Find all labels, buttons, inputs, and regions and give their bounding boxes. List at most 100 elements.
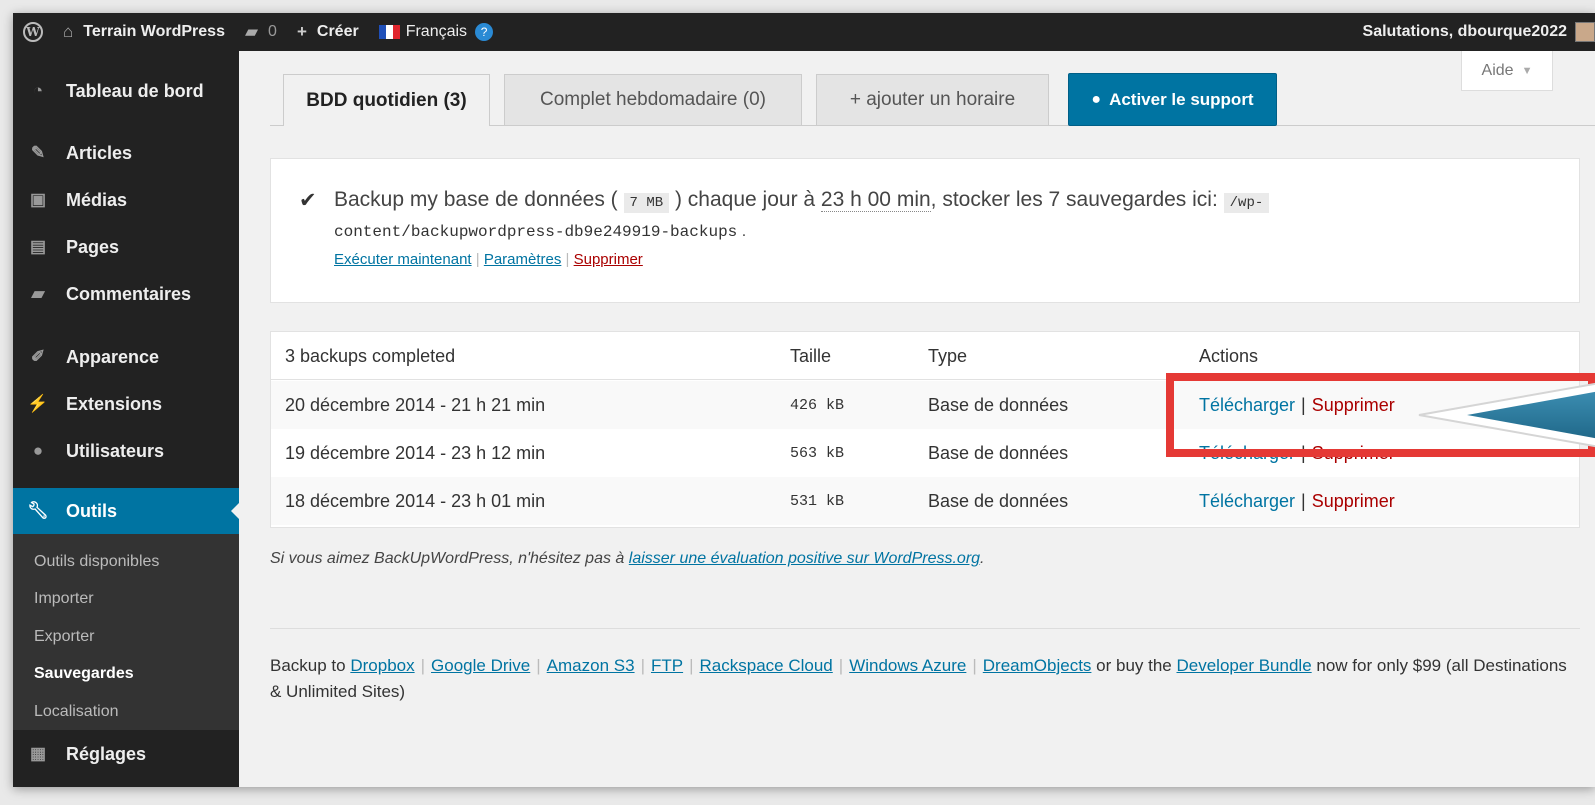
separator: | <box>475 251 484 268</box>
site-name-link[interactable]: ⌂ Terrain WordPress <box>53 13 235 51</box>
review-end: . <box>980 550 985 567</box>
tab-label: + ajouter un horaire <box>849 89 1016 110</box>
settings-icon: ▦ <box>29 744 47 763</box>
wordpress-logo[interactable]: W <box>13 13 53 51</box>
admin-sidebar: ◔ Tableau de bord ✎ Articles ▣ Médias ▤ … <box>13 51 240 787</box>
separator: | <box>640 656 645 675</box>
account-menu[interactable]: Salutations, dbourque2022 <box>1363 22 1595 42</box>
review-text: Si vous aimez BackUpWordPress, n'hésitez… <box>270 550 625 567</box>
delete-schedule-link[interactable]: Supprimer <box>574 251 643 268</box>
submenu-export[interactable]: Exporter <box>34 628 94 646</box>
backup-date: 18 décembre 2014 - 23 h 01 min <box>285 490 546 511</box>
schedule-text: ) chaque jour à <box>674 188 816 211</box>
schedule-text: Backup my base de données ( <box>334 188 618 211</box>
user-icon: ● <box>1091 90 1102 108</box>
sidebar-item-media[interactable]: ▣ Médias <box>13 177 239 223</box>
delete-link[interactable]: Supprimer <box>1312 491 1395 512</box>
separator: | <box>420 656 426 675</box>
comment-icon: ▰ <box>31 284 45 303</box>
destinations-note: Backup to Dropbox | Google Drive | Amazon S3… <box>270 653 1570 705</box>
submenu-backups[interactable]: Sauvegardes <box>34 665 134 683</box>
pages-icon: ▤ <box>29 237 47 256</box>
backup-size: 531 kB <box>790 492 845 510</box>
support-label: Activer le support <box>1109 89 1254 109</box>
review-note: Si vous aimez BackUpWordPress, n'hésitez… <box>270 550 985 568</box>
submenu-import[interactable]: Importer <box>34 590 94 608</box>
new-content-link[interactable]: + Créer <box>287 13 369 51</box>
schedule-text: , stocker les 7 sauvegardes ici: <box>930 188 1218 211</box>
sidebar-item-label: Extensions <box>66 393 163 414</box>
backup-size: 426 kB <box>790 396 845 414</box>
tab-label: BDD quotidien (3) <box>306 89 467 111</box>
developer-bundle-link[interactable]: Developer Bundle <box>1177 656 1312 675</box>
destinations-middle: or buy the <box>1096 656 1172 675</box>
database-size: 7 MB <box>623 193 670 213</box>
google-drive-link[interactable]: Google Drive <box>431 656 530 675</box>
sidebar-item-articles[interactable]: ✎ Articles <box>13 130 239 176</box>
schedule-time: 23 h 00 min <box>820 188 931 212</box>
backup-date: 20 décembre 2014 - 21 h 21 min <box>285 394 546 415</box>
submenu-available-tools[interactable]: Outils disponibles <box>34 553 159 571</box>
sidebar-item-comments[interactable]: ▰ Commentaires <box>13 271 239 317</box>
separator: | <box>536 656 541 675</box>
help-tab[interactable]: Aide ▼ <box>1461 51 1553 91</box>
table-row: 18 décembre 2014 - 23 h 01 min 531 kB Ba… <box>271 477 1579 525</box>
comment-bubble-icon: ▰ <box>244 22 259 41</box>
sidebar-item-pages[interactable]: ▤ Pages <box>13 224 239 270</box>
sidebar-item-settings[interactable]: ▦ Réglages <box>13 731 239 777</box>
settings-link[interactable]: Paramètres <box>484 251 562 268</box>
backup-actions: Télécharger | Supprimer <box>1199 477 1395 525</box>
schedule-actions: Exécuter maintenant | Paramètres | Suppr… <box>334 251 643 268</box>
admin-bar: W ⌂ Terrain WordPress ▰ 0 + Créer França… <box>13 13 1595 51</box>
browser-frame: W ⌂ Terrain WordPress ▰ 0 + Créer França… <box>13 13 1595 787</box>
separator: | <box>1301 490 1306 511</box>
brush-icon: ✐ <box>30 347 46 366</box>
dreamobjects-link[interactable]: DreamObjects <box>983 656 1092 675</box>
header-date: 3 backups completed <box>285 345 456 366</box>
tab-add-schedule[interactable]: + ajouter un horaire <box>816 74 1049 125</box>
windows-azure-link[interactable]: Windows Azure <box>849 656 966 675</box>
french-flag-icon <box>378 25 400 39</box>
sidebar-item-dashboard[interactable]: ◔ Tableau de bord <box>13 68 239 114</box>
destinations-prefix: Backup to <box>270 656 346 675</box>
backup-type: Base de données <box>928 490 1069 511</box>
enable-support-button[interactable]: ● Activer le support <box>1068 73 1277 126</box>
sidebar-item-label: Outils <box>66 500 118 521</box>
sidebar-item-appearance[interactable]: ✐ Apparence <box>13 334 239 380</box>
user-icon: ● <box>32 441 44 460</box>
submenu-localisation[interactable]: Localisation <box>34 703 119 721</box>
sidebar-item-tools[interactable]: 🔧︎ Outils <box>13 488 240 534</box>
dropbox-link[interactable]: Dropbox <box>350 656 414 675</box>
sidebar-item-label: Articles <box>66 142 133 163</box>
download-link[interactable]: Télécharger <box>1199 491 1295 512</box>
comments-link[interactable]: ▰ 0 <box>235 13 287 51</box>
language-switcher[interactable]: Français ? <box>369 13 503 51</box>
ftp-link[interactable]: FTP <box>651 656 683 675</box>
run-now-link[interactable]: Exécuter maintenant <box>334 251 472 268</box>
tab-weekly-full[interactable]: Complet hebdomadaire (0) <box>504 74 802 125</box>
divider <box>270 628 1580 629</box>
tab-label: Complet hebdomadaire (0) <box>539 89 766 110</box>
rackspace-link[interactable]: Rackspace Cloud <box>700 656 833 675</box>
sidebar-item-label: Tableau de bord <box>66 80 204 101</box>
tools-submenu: Outils disponibles Importer Exporter Sau… <box>13 534 239 730</box>
sidebar-item-label: Apparence <box>66 346 160 367</box>
tab-daily-db[interactable]: BDD quotidien (3) <box>283 74 490 126</box>
sidebar-item-extensions[interactable]: ⚡ Extensions <box>13 381 239 427</box>
sidebar-item-users[interactable]: ● Utilisateurs <box>13 428 239 474</box>
separator: | <box>972 656 977 675</box>
comments-count: 0 <box>268 23 277 40</box>
home-icon: ⌂ <box>63 22 74 41</box>
plus-icon: + <box>296 22 307 41</box>
backup-date: 19 décembre 2014 - 23 h 12 min <box>285 442 546 463</box>
backup-size: 563 kB <box>790 444 845 462</box>
media-icon: ▣ <box>29 190 47 209</box>
dashboard-icon: ◔ <box>32 81 44 100</box>
schedule-summary: ✔ Backup my base de données ( 7 MB ) cha… <box>270 158 1580 303</box>
review-link[interactable]: laisser une évaluation positive sur Word… <box>629 550 980 567</box>
schedule-path-line: content/backupwordpress-db9e249919-backu… <box>334 223 746 241</box>
wrench-icon: 🔧︎ <box>27 501 49 520</box>
amazon-s3-link[interactable]: Amazon S3 <box>547 656 635 675</box>
checkmark-icon: ✔ <box>299 189 317 212</box>
sidebar-item-label: Utilisateurs <box>66 440 165 461</box>
